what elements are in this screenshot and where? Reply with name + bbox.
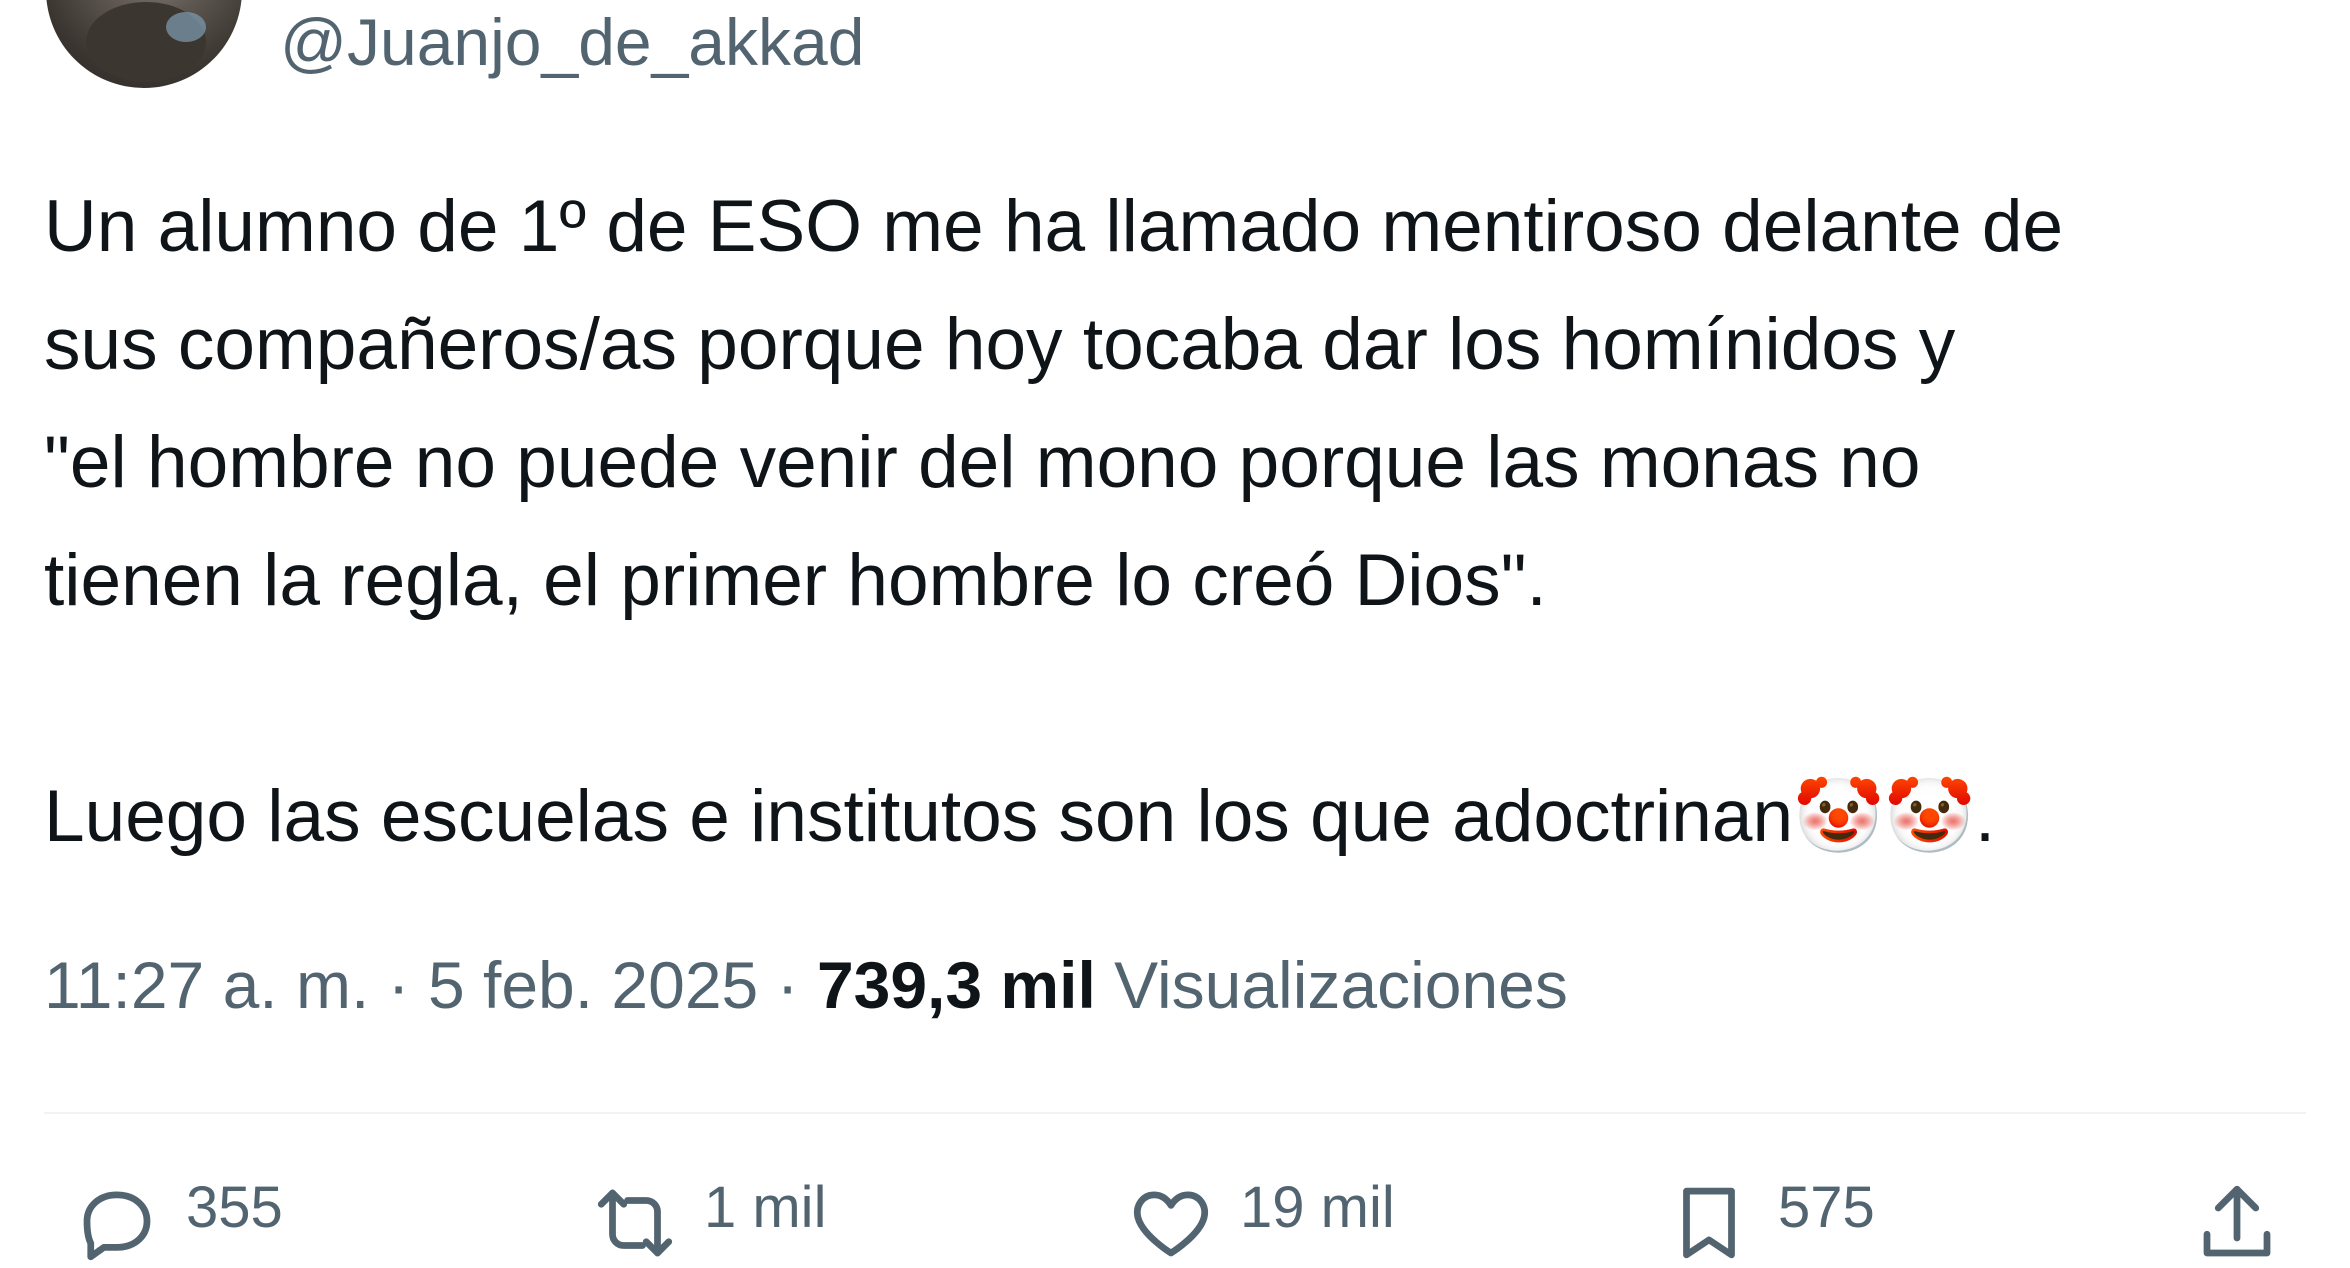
tweet-text-line: sus compañeros/as porque hoy tocaba dar …	[44, 304, 1956, 385]
like-count: 19 mil	[1240, 1175, 1395, 1240]
reply-icon	[83, 1191, 151, 1261]
tweet-meta: 11:27 a. m. · 5 feb. 2025 · 739,3 mil Vi…	[44, 945, 1568, 1025]
share-button[interactable]	[2192, 1168, 2306, 1257]
divider	[44, 1112, 2306, 1114]
clown-emoji: 🤡🤡	[1793, 774, 1975, 859]
views-label: Visualizaciones	[1114, 948, 1568, 1022]
tweet: @Juanjo_de_akkad Un alumno de 1º de ESO …	[0, 0, 2350, 1261]
retweet-icon	[597, 1189, 673, 1257]
tweet-time[interactable]: 11:27 a. m.	[44, 948, 369, 1022]
meta-separator: ·	[776, 948, 799, 1022]
tweet-text-segment: Luego las escuelas e institutos son los …	[44, 776, 1794, 857]
tweet-text-segment: .	[1974, 776, 1996, 857]
bookmark-count: 575	[1778, 1175, 1875, 1240]
tweet-text: Un alumno de 1º de ESO me ha llamado men…	[44, 168, 2324, 876]
action-bar: 355 1 mil 19 mil 575	[0, 1168, 2350, 1261]
retweet-count: 1 mil	[704, 1175, 827, 1240]
avatar[interactable]	[46, 0, 242, 88]
tweet-text-line: Un alumno de 1º de ESO me ha llamado men…	[44, 186, 2064, 267]
tweet-text-line: "el hombre no puede venir del mono porqu…	[44, 422, 1921, 503]
tweet-date[interactable]: 5 feb. 2025	[428, 948, 758, 1022]
meta-separator: ·	[387, 948, 410, 1022]
tweet-text-line: tienen la regla, el primer hombre lo cre…	[44, 540, 1547, 621]
bookmark-icon	[1683, 1187, 1735, 1259]
user-handle[interactable]: @Juanjo_de_akkad	[280, 2, 864, 82]
retweet-button[interactable]: 1 mil	[590, 1168, 827, 1257]
views-count: 739,3 mil	[816, 948, 1096, 1022]
tweet-text-line: Luego las escuelas e institutos son los …	[44, 758, 2324, 876]
reply-count: 355	[186, 1175, 283, 1240]
heart-icon	[1133, 1191, 1209, 1257]
bookmark-button[interactable]: 575	[1664, 1168, 1875, 1259]
like-button[interactable]: 19 mil	[1126, 1168, 1395, 1257]
reply-button[interactable]: 355	[72, 1168, 283, 1261]
avatar-highlight	[166, 12, 206, 42]
share-icon	[2203, 1185, 2271, 1257]
